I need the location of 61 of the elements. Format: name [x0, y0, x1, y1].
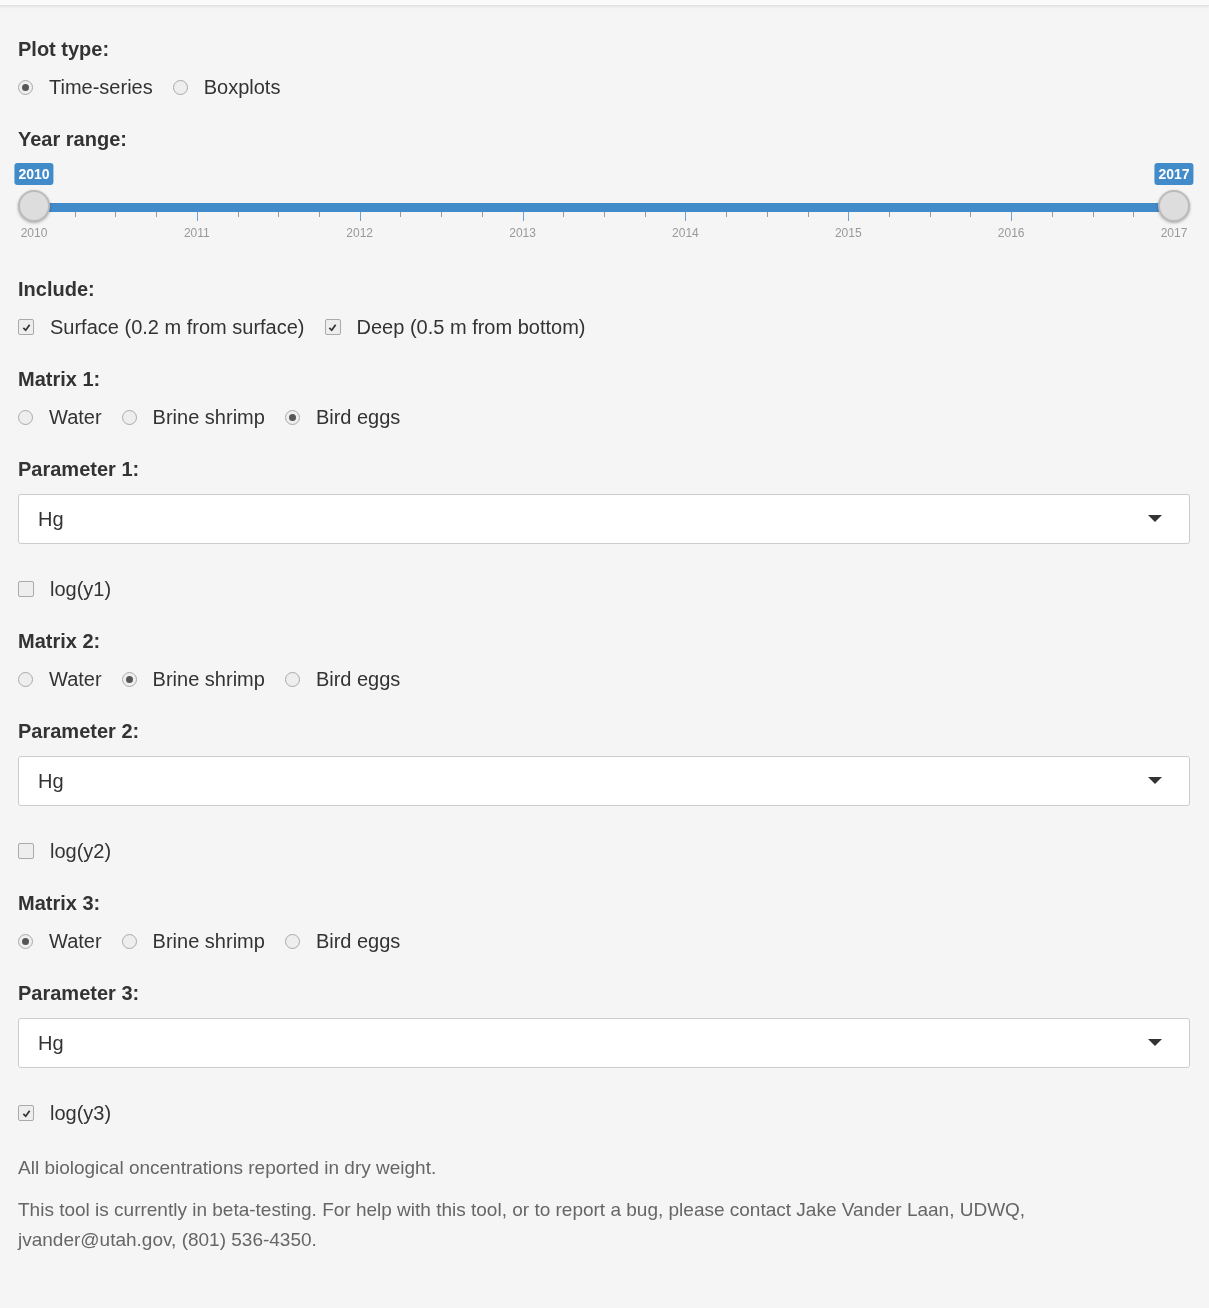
- info-text: This tool is currently in beta-testing. For help with this tool, or to report a bug, please contact Jake Vander Laan, UDWQ, jvander@utah.gov, (801) 536-4350.: [18, 1198, 1027, 1252]
- radio-option[interactable]: Water: [18, 927, 102, 955]
- radio-option[interactable]: Bird eggs: [284, 403, 401, 431]
- tick-label: 2013: [509, 226, 536, 240]
- tick-label: 2012: [346, 226, 374, 240]
- checkbox-option[interactable]: Deep (0.5 m from bottom): [324, 313, 586, 341]
- field-label: Year range:: [18, 127, 128, 151]
- slider-handle[interactable]: [1158, 190, 1190, 222]
- caret-icon: [1148, 1039, 1162, 1047]
- field-label: Matrix 3:: [18, 891, 102, 915]
- radio-button[interactable]: [18, 79, 33, 95]
- radio-option[interactable]: Brine shrimp: [121, 665, 265, 693]
- checkbox[interactable]: [18, 1105, 34, 1121]
- radio-option[interactable]: Brine shrimp: [121, 403, 265, 431]
- radio-option[interactable]: Bird eggs: [284, 927, 401, 955]
- radio-option[interactable]: Brine shrimp: [121, 927, 265, 955]
- radio-option[interactable]: Water: [18, 665, 102, 693]
- checkbox-option[interactable]: log(y1): [18, 575, 112, 603]
- radio-button[interactable]: [121, 671, 137, 687]
- radio-button[interactable]: [284, 933, 300, 949]
- checkbox-option[interactable]: log(y2): [18, 837, 112, 865]
- caret-icon: [1148, 515, 1162, 523]
- slider-handle[interactable]: [18, 190, 50, 222]
- radio-button[interactable]: [172, 79, 188, 95]
- field-label: Parameter 2:: [18, 719, 141, 743]
- radio-button[interactable]: [121, 933, 137, 949]
- checkbox[interactable]: [18, 843, 34, 859]
- radio-button[interactable]: [121, 409, 137, 425]
- field-label: Parameter 3:: [18, 981, 141, 1005]
- field-label: Plot type:: [18, 37, 111, 61]
- value-badge: 2010: [14, 163, 54, 185]
- checkbox[interactable]: [324, 319, 341, 335]
- field-label: Matrix 2:: [18, 629, 102, 653]
- parameter-select[interactable]: Hg: [18, 1018, 1190, 1068]
- checkbox[interactable]: [18, 581, 34, 597]
- radio-option[interactable]: Time-series: [18, 73, 153, 101]
- radio-button[interactable]: [18, 409, 33, 425]
- parameter-select[interactable]: Hg: [18, 494, 1190, 544]
- radio-button[interactable]: [284, 409, 300, 425]
- radio-button[interactable]: [284, 671, 300, 687]
- caret-icon: [1148, 777, 1162, 785]
- radio-button[interactable]: [18, 933, 33, 949]
- tick-label: 2011: [183, 226, 210, 240]
- radio-option[interactable]: Bird eggs: [284, 665, 401, 693]
- tick-label: 2010: [20, 226, 48, 240]
- radio-option[interactable]: Boxplots: [172, 73, 281, 101]
- field-label: Parameter 1:: [18, 457, 141, 481]
- checkbox[interactable]: [18, 319, 34, 335]
- tick-label: 2015: [834, 226, 862, 240]
- checkbox-option[interactable]: Surface (0.2 m from surface): [18, 313, 305, 341]
- radio-button[interactable]: [18, 671, 33, 687]
- value-badge: 2017: [1154, 163, 1194, 185]
- info-text: All biological oncentrations reported in dry weight.: [18, 1156, 438, 1180]
- tick-label: 2014: [672, 226, 699, 240]
- parameter-select[interactable]: Hg: [18, 756, 1190, 806]
- radio-option[interactable]: Water: [18, 403, 102, 431]
- checkbox-option[interactable]: log(y3): [18, 1099, 112, 1127]
- field-label: Matrix 1:: [18, 367, 102, 391]
- field-label: Include:: [18, 277, 96, 301]
- tick-label: 2017: [1160, 226, 1188, 240]
- tick-label: 2016: [997, 226, 1025, 240]
